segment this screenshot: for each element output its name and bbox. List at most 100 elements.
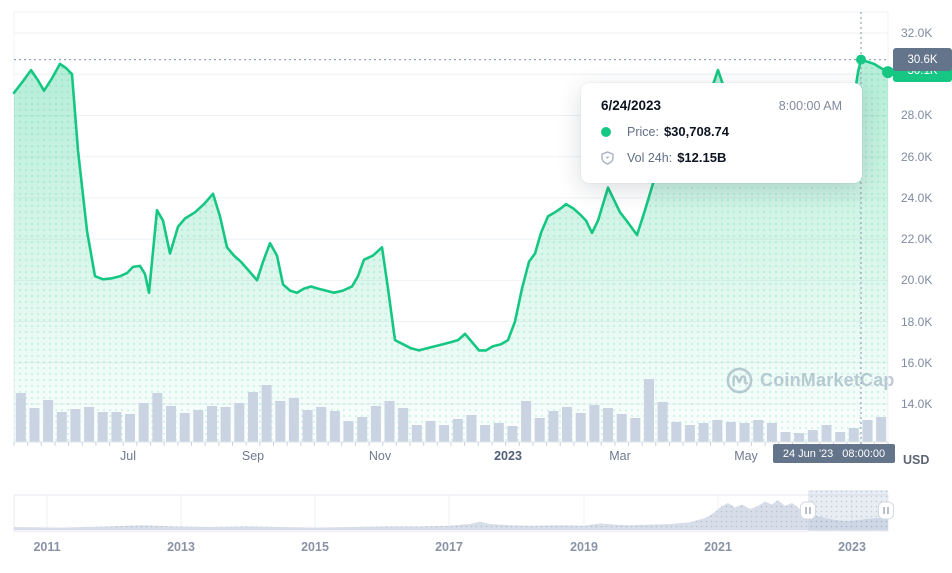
volume-bar <box>740 423 750 442</box>
tooltip-date: 6/24/2023 <box>601 98 661 113</box>
volume-bar <box>84 407 94 442</box>
y-axis-tick-label: 32.0K <box>901 26 932 40</box>
hover-time-label: 08:00:00 <box>842 448 885 460</box>
price-series-dot-icon <box>601 127 611 137</box>
volume-bar <box>234 403 244 442</box>
volume-bar <box>70 409 80 442</box>
y-axis-tick-label: 24.0K <box>901 191 932 205</box>
tooltip-price-value: $30,708.74 <box>664 124 729 139</box>
volume-bar <box>576 413 586 442</box>
price-chart-widget: CoinMarketCap 32.0K30.0K28.0K26.0K24.0K2… <box>0 0 952 573</box>
x-axis-month-label: Nov <box>369 449 391 463</box>
volume-bar <box>494 423 504 442</box>
volume-bar <box>822 425 832 442</box>
y-axis-tick-label: 26.0K <box>901 150 932 164</box>
volume-bar <box>753 420 763 442</box>
y-axis-tick-label: 20.0K <box>901 273 932 287</box>
x-axis-month-label: Mar <box>609 449 631 463</box>
hover-date-label: 24 Jun '23 <box>783 448 833 460</box>
volume-bar <box>303 410 313 442</box>
volume-bar <box>152 393 162 442</box>
volume-bar <box>289 398 299 442</box>
volume-bar <box>589 405 599 442</box>
volume-bar <box>275 401 285 442</box>
tooltip-volume-row: Vol 24h: $12.15B <box>601 150 842 165</box>
volume-bar <box>835 432 845 442</box>
volume-bar <box>166 406 176 442</box>
tooltip-price-label: Price: <box>627 125 659 139</box>
volume-bar <box>699 423 709 442</box>
volume-bar <box>671 422 681 442</box>
volume-bar <box>507 426 517 442</box>
volume-bar <box>371 406 381 442</box>
volume-bar <box>316 407 326 442</box>
volume-bar <box>480 425 490 442</box>
volume-bar <box>685 425 695 442</box>
y-axis-tick-label: 16.0K <box>901 356 932 370</box>
navigator-year-label: 2011 <box>33 540 60 554</box>
volume-bar <box>357 417 367 442</box>
navigator-year-label: 2017 <box>435 540 463 554</box>
volume-bar <box>248 392 258 442</box>
volume-bar <box>398 408 408 442</box>
axis-ticks <box>14 442 888 446</box>
volume-bar <box>808 430 818 442</box>
volume-bar <box>712 420 722 442</box>
volume-bar <box>412 425 422 442</box>
volume-bar <box>43 400 53 442</box>
volume-bar <box>453 419 463 442</box>
volume-bar <box>781 432 791 442</box>
volume-bar <box>466 415 476 442</box>
volume-bar <box>876 417 886 442</box>
volume-bar <box>617 414 627 442</box>
volume-bar <box>139 403 149 442</box>
volume-bar <box>658 402 668 442</box>
volume-bar <box>562 407 572 442</box>
volume-bar <box>863 420 873 442</box>
volume-bar <box>125 414 135 442</box>
volume-shield-icon <box>601 151 614 165</box>
y-axis-tick-label: 28.0K <box>901 108 932 122</box>
volume-bar <box>630 418 640 442</box>
volume-bar <box>57 412 67 442</box>
volume-bar <box>193 410 203 442</box>
volume-bar <box>726 422 736 442</box>
x-axis-month-label: May <box>734 449 758 463</box>
y-axis-tick-label: 14.0K <box>901 397 932 411</box>
volume-bar <box>98 412 108 442</box>
x-axis-month-label: Jul <box>120 449 136 463</box>
x-axis-month-label: Sep <box>242 449 264 463</box>
navigator-year-label: 2013 <box>167 540 195 554</box>
navigator-handle-left[interactable] <box>801 502 816 519</box>
navigator-year-label: 2015 <box>301 540 329 554</box>
navigator-year-label: 2019 <box>570 540 598 554</box>
volume-bar <box>849 428 859 442</box>
navigator-year-label: 2023 <box>838 540 866 554</box>
tooltip-volume-label: Vol 24h: <box>627 151 672 165</box>
x-axis-month-label: 2023 <box>494 449 522 463</box>
y-axis-tick-label: 22.0K <box>901 232 932 246</box>
hover-price-badge: 30.6K <box>893 48 952 71</box>
volume-bar <box>30 408 40 442</box>
navigator-handle-right[interactable] <box>879 502 894 519</box>
volume-bar <box>180 413 190 442</box>
hover-datetime-badge: 24 Jun '23 08:00:00 <box>773 444 895 463</box>
volume-bar <box>644 379 654 442</box>
volume-bar <box>207 406 217 442</box>
timeline-navigator[interactable] <box>14 490 894 531</box>
volume-bar <box>535 418 545 442</box>
chart-tooltip: 6/24/2023 8:00:00 AM Price: $30,708.74 V… <box>581 83 862 183</box>
volume-bar <box>262 385 272 442</box>
volume-bar <box>548 411 558 442</box>
volume-bar <box>221 407 231 442</box>
volume-bar <box>16 393 26 442</box>
volume-bar <box>426 421 436 442</box>
y-axis-tick-label: 18.0K <box>901 315 932 329</box>
volume-bar <box>344 421 354 442</box>
volume-bar <box>385 401 395 442</box>
tooltip-price-row: Price: $30,708.74 <box>601 124 842 139</box>
tooltip-time: 8:00:00 AM <box>779 99 842 113</box>
tooltip-volume-value: $12.15B <box>677 150 726 165</box>
currency-unit-label: USD <box>903 453 929 467</box>
volume-bar <box>794 433 804 442</box>
